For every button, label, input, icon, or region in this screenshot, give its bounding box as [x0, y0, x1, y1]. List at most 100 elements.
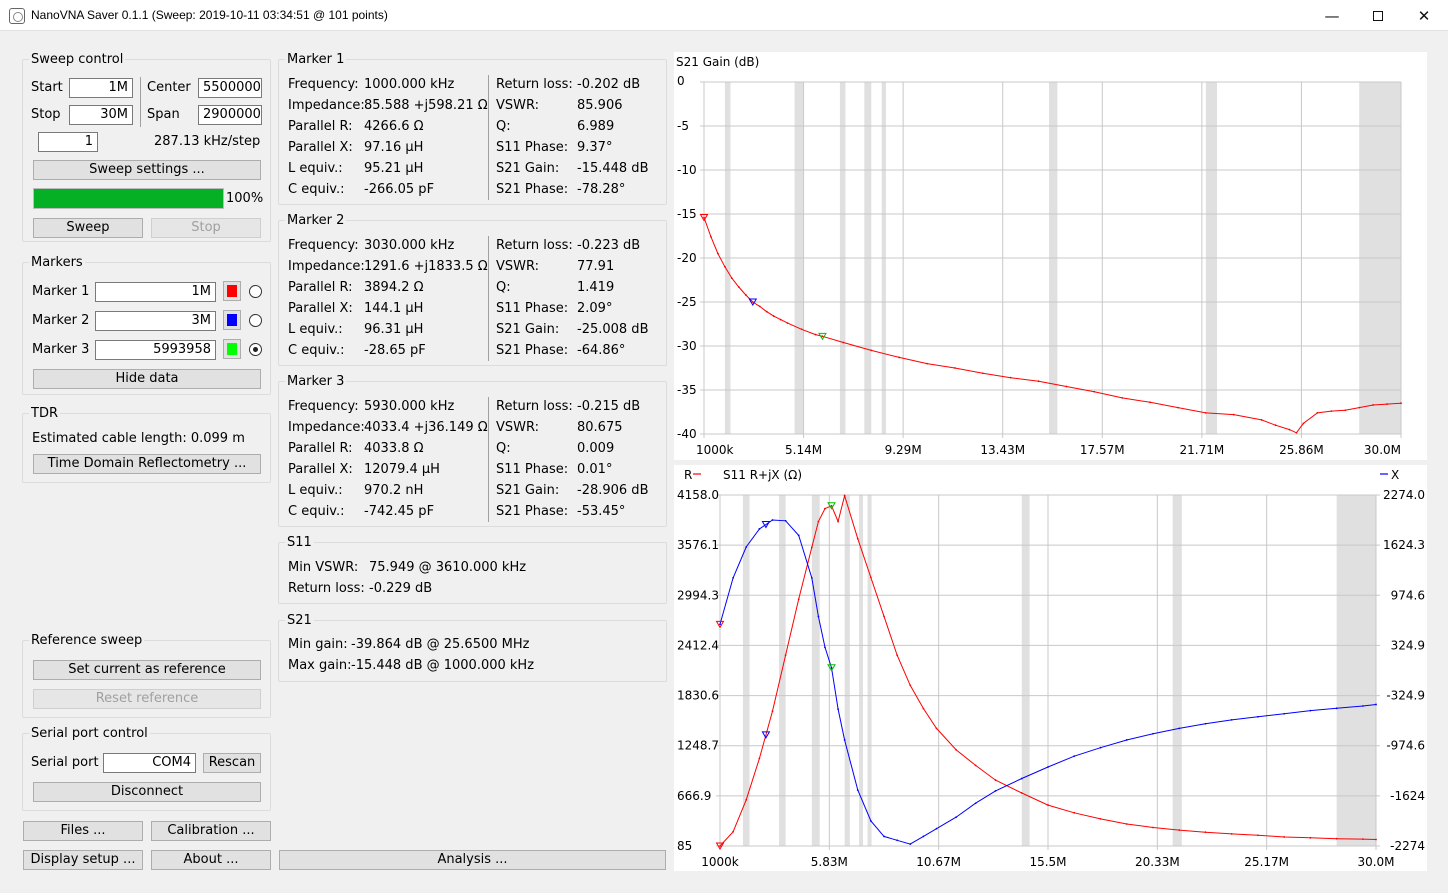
maximize-icon — [1373, 10, 1383, 21]
data-point — [824, 507, 826, 510]
data-point — [843, 739, 846, 741]
marker-1-radio[interactable] — [249, 285, 262, 298]
data-point — [1330, 410, 1333, 413]
marker-2-input[interactable]: 3M — [95, 311, 216, 331]
y-right-tick-label: 324.9 — [1391, 638, 1425, 652]
data-point — [1152, 826, 1154, 829]
data-point — [737, 286, 740, 288]
marker-1-right-label: S21 Phase: — [496, 182, 569, 197]
marker-3-left-label: L equiv.: — [288, 483, 343, 498]
cable-length-text: Estimated cable length: 0.099 m — [32, 431, 245, 446]
marker-3-left-label: Parallel X: — [288, 462, 353, 477]
x-tick-label: 17.57M — [1080, 443, 1125, 457]
marker-3-right-value: -53.45° — [577, 504, 626, 519]
marker-1-right-value: 6.989 — [577, 119, 615, 134]
chart-band — [844, 495, 850, 846]
stop-button[interactable]: Stop — [151, 218, 261, 238]
marker-3-radio[interactable] — [249, 343, 262, 356]
tdr-button[interactable]: Time Domain Reflectometry ... — [33, 454, 261, 474]
y-tick-label: 0 — [677, 74, 685, 88]
marker-3-right-label: S21 Phase: — [496, 504, 569, 519]
data-point — [909, 684, 912, 687]
data-point — [732, 830, 735, 833]
min-gain-label: Min gain: — [288, 637, 348, 652]
marker-2-right-label: Return loss: — [496, 238, 573, 253]
data-point — [821, 335, 824, 338]
data-point — [1260, 419, 1263, 421]
min-vswr-value: 75.949 @ 3610.000 kHz — [369, 560, 527, 575]
hide-data-button[interactable]: Hide data — [33, 369, 261, 389]
sweep-control-title: Sweep control — [29, 52, 126, 67]
marker-2-right-label: Q: — [496, 280, 511, 295]
marker-2-color-button[interactable] — [223, 310, 241, 330]
stop-input[interactable]: 30M — [69, 105, 133, 125]
close-button[interactable]: ✕ — [1401, 0, 1447, 31]
maximize-button[interactable] — [1355, 0, 1401, 31]
x-tick-label: 30.0M — [1364, 443, 1401, 457]
marker-2-label: Marker 2 — [32, 313, 90, 328]
data-point — [817, 520, 820, 523]
sweep-button[interactable]: Sweep — [33, 218, 143, 238]
marker-3-right-value: -0.215 dB — [577, 399, 641, 414]
reference-sweep-title: Reference sweep — [29, 633, 145, 648]
marker-1-color — [227, 285, 237, 297]
rescan-button[interactable]: Rescan — [203, 753, 261, 773]
marker-1-input[interactable]: 1M — [95, 282, 216, 302]
marker-3-input[interactable]: 5993958 — [95, 340, 216, 360]
sweep-settings-button[interactable]: Sweep settings ... — [33, 160, 261, 180]
data-point — [869, 576, 872, 579]
data-point — [896, 654, 899, 657]
start-input[interactable]: 1M — [69, 78, 133, 98]
data-point — [981, 372, 984, 375]
analysis-button[interactable]: Analysis ... — [279, 850, 666, 870]
marker-2-left-value: 3030.000 kHz — [364, 238, 455, 253]
marker-1-left-label: Impedance: — [288, 98, 365, 113]
data-point — [771, 710, 774, 713]
set-reference-button[interactable]: Set current as reference — [33, 660, 261, 680]
data-point — [786, 322, 789, 325]
marker-1-left-value: 97.16 μH — [364, 140, 424, 155]
s11-return-loss-label: Return loss: — [288, 581, 365, 596]
data-point — [1372, 404, 1375, 406]
marker-1-right-value: -78.28° — [577, 182, 626, 197]
marker-3-details-title: Marker 3 — [285, 374, 347, 389]
files-button[interactable]: Files ... — [23, 821, 143, 841]
marker-1-color-button[interactable] — [223, 281, 241, 301]
data-point — [837, 520, 839, 523]
calibration-button[interactable]: Calibration ... — [151, 821, 271, 841]
data-point — [719, 845, 721, 847]
data-point — [1283, 712, 1286, 715]
marker-2-left-value: 1291.6 +j1833.5 Ω — [364, 259, 488, 274]
data-point — [955, 749, 958, 751]
data-point — [1047, 804, 1049, 806]
marker-2-radio[interactable] — [249, 314, 262, 327]
marker-2-left-value: 96.31 μH — [364, 322, 424, 337]
reset-reference-button[interactable]: Reset reference — [33, 689, 261, 709]
data-point — [1152, 732, 1154, 735]
marker-2-details-separator — [488, 236, 489, 361]
data-point — [719, 623, 721, 626]
data-point — [724, 265, 726, 268]
center-input[interactable]: 5500000 — [198, 78, 262, 98]
marker-2-right-value: -25.008 dB — [577, 322, 649, 337]
stop-label: Stop — [31, 107, 61, 122]
span-label: Span — [147, 107, 180, 122]
display-setup-button[interactable]: Display setup ... — [23, 850, 143, 870]
title-bar: NanoVNA Saver 0.1.1 (Sweep: 2019-10-11 0… — [0, 0, 1448, 31]
span-input[interactable]: 29000000 — [198, 105, 262, 125]
minimize-button[interactable]: — — [1309, 0, 1355, 31]
about-button[interactable]: About ... — [151, 850, 271, 870]
marker-1-left-label: Parallel X: — [288, 140, 353, 155]
marker-1-right-label: VSWR: — [496, 98, 540, 113]
marker-2-left-label: Parallel R: — [288, 280, 353, 295]
r-axis-label: R — [684, 468, 692, 482]
segments-input[interactable]: 1 — [38, 132, 98, 152]
marker-3-color-button[interactable] — [223, 339, 241, 359]
data-point — [883, 615, 885, 618]
marker-1-left-value: 95.21 μH — [364, 161, 424, 176]
serial-port-input[interactable]: COM4 — [103, 753, 196, 773]
data-point — [974, 764, 977, 767]
data-point — [703, 216, 705, 219]
disconnect-button[interactable]: Disconnect — [33, 782, 261, 802]
data-point — [1302, 422, 1305, 425]
